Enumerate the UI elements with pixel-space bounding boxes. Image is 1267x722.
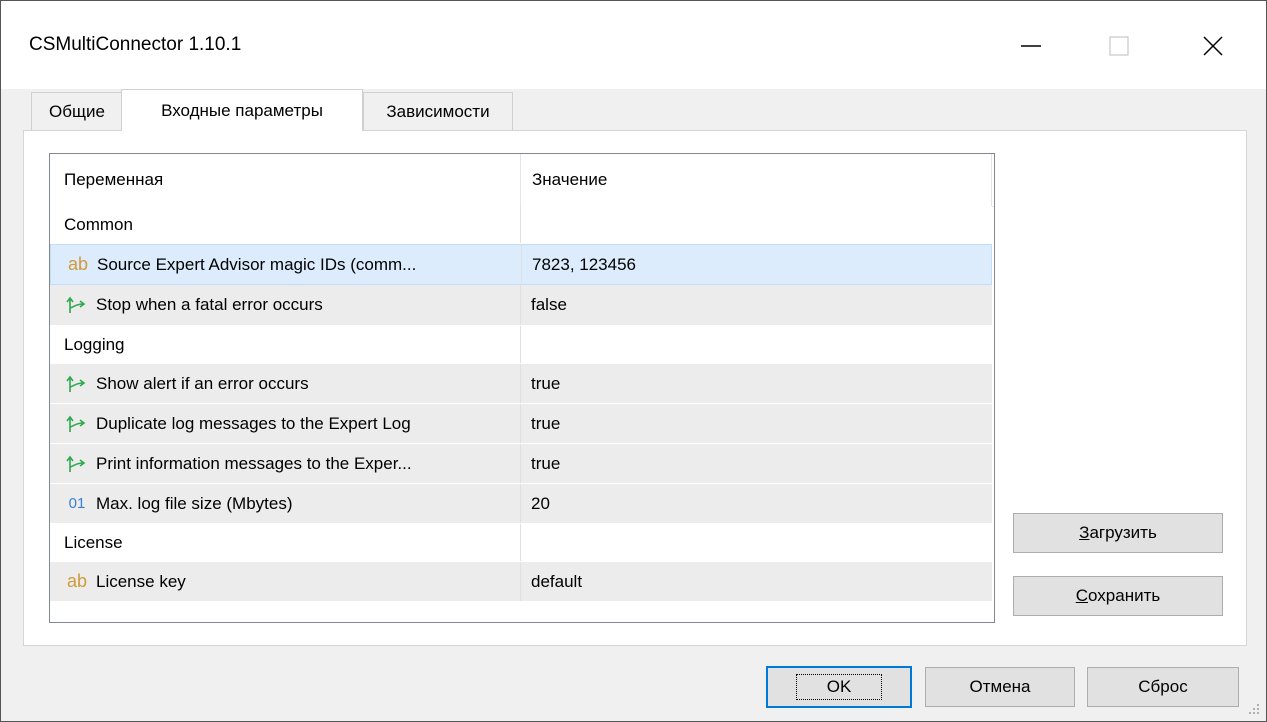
parameter-name-cell: Print information messages to the Exper.… <box>50 444 520 483</box>
parameter-name-cell: Duplicate log messages to the Expert Log <box>50 404 520 443</box>
tab-general[interactable]: Общие <box>31 92 123 130</box>
parameter-value-cell <box>520 206 992 243</box>
column-separator[interactable] <box>991 154 992 206</box>
parameter-label: Duplicate log messages to the Expert Log <box>96 413 411 433</box>
minimize-icon <box>1021 45 1041 47</box>
bool-arrow-icon <box>64 295 90 315</box>
tab-input-parameters[interactable]: Входные параметры <box>121 89 363 131</box>
reset-button[interactable]: Сброс <box>1087 667 1239 707</box>
parameter-name-cell: Logging <box>50 326 520 363</box>
maximize-button <box>1091 19 1147 73</box>
parameter-value-cell <box>520 524 992 561</box>
parameter-label: License key <box>96 571 186 591</box>
group-label: Common <box>64 214 133 234</box>
title-bar[interactable]: CSMultiConnector 1.10.1 <box>1 1 1266 89</box>
tab-general-label: Общие <box>49 101 105 121</box>
parameter-label: Print information messages to the Exper.… <box>96 453 412 473</box>
cancel-button-label: Отмена <box>969 677 1031 696</box>
ab-string-icon: ab <box>66 571 88 591</box>
parameter-value-cell[interactable]: 20 <box>520 484 992 523</box>
parameter-row[interactable]: ab Source Expert Advisor magic IDs (comm.… <box>50 244 992 285</box>
column-separator[interactable] <box>520 154 521 206</box>
parameter-row[interactable]: Duplicate log messages to the Expert Log… <box>50 404 992 444</box>
parameter-row[interactable]: Show alert if an error occurs true <box>50 364 992 404</box>
parameter-value-cell[interactable]: default <box>520 562 992 601</box>
parameter-label: Source Expert Advisor magic IDs (comm... <box>97 254 417 274</box>
maximize-icon <box>1109 36 1129 56</box>
parameter-value-cell[interactable]: true <box>520 444 992 483</box>
parameter-name-cell: Common <box>50 206 520 243</box>
bool-arrow-icon <box>64 454 90 474</box>
save-button-label: Сохранить <box>1075 586 1161 605</box>
parameter-label: Max. log file size (Mbytes) <box>96 493 293 513</box>
parameter-value-cell[interactable]: 7823, 123456 <box>521 245 993 284</box>
close-icon <box>1203 36 1223 56</box>
parameter-row[interactable]: 01 Max. log file size (Mbytes) 20 <box>50 484 992 524</box>
load-button-label: Загрузить <box>1079 523 1157 542</box>
parameter-value-cell[interactable]: true <box>520 404 992 443</box>
parameter-value-cell[interactable]: true <box>520 364 992 403</box>
ok-button[interactable]: OK <box>766 666 912 708</box>
minimize-button[interactable] <box>1003 19 1059 73</box>
parameter-name-cell: Stop when a fatal error occurs <box>50 285 520 325</box>
parameter-row[interactable]: ab License key default <box>50 562 992 602</box>
bool-arrow-icon <box>64 414 90 434</box>
tab-input-parameters-label: Входные параметры <box>161 100 323 120</box>
parameter-label: Stop when a fatal error occurs <box>96 295 323 314</box>
parameter-row[interactable]: Stop when a fatal error occurs false <box>50 285 992 326</box>
parameter-value-cell <box>520 326 992 363</box>
group-row[interactable]: License <box>50 524 992 562</box>
grid-header: Переменная Значение <box>50 154 994 207</box>
ok-button-label: OK <box>795 674 883 700</box>
parameters-grid[interactable]: Переменная Значение Common ab Source Exper… <box>49 153 995 623</box>
column-header-variable[interactable]: Переменная <box>64 154 163 206</box>
cancel-button[interactable]: Отмена <box>925 667 1075 707</box>
group-row[interactable]: Common <box>50 206 992 244</box>
group-row[interactable]: Logging <box>50 326 992 364</box>
parameter-name-cell: License <box>50 524 520 561</box>
bool-arrow-icon <box>64 374 90 394</box>
tab-dependencies-label: Зависимости <box>386 101 490 121</box>
parameter-value-cell[interactable]: false <box>520 285 992 325</box>
parameter-name-cell: ab License key <box>50 562 520 601</box>
parameter-row[interactable]: Print information messages to the Exper.… <box>50 444 992 484</box>
reset-button-label: Сброс <box>1138 677 1188 696</box>
dialog-window: CSMultiConnector 1.10.1 Общие Входные па… <box>0 0 1267 722</box>
save-button[interactable]: Сохранить <box>1013 576 1223 616</box>
window-title: CSMultiConnector 1.10.1 <box>29 34 242 55</box>
tab-dependencies[interactable]: Зависимости <box>363 92 513 130</box>
column-header-value[interactable]: Значение <box>532 154 607 206</box>
integer-icon: 01 <box>68 495 86 512</box>
resize-grip-icon[interactable] <box>1246 701 1260 715</box>
parameter-name-cell: 01 Max. log file size (Mbytes) <box>50 484 520 523</box>
parameter-label: Show alert if an error occurs <box>96 373 309 393</box>
ab-string-icon: ab <box>67 254 89 274</box>
group-label: License <box>64 532 123 552</box>
close-button[interactable] <box>1185 19 1241 73</box>
load-button[interactable]: Загрузить <box>1013 513 1223 553</box>
parameter-name-cell: Show alert if an error occurs <box>50 364 520 403</box>
group-label: Logging <box>64 334 125 354</box>
parameter-name-cell: ab Source Expert Advisor magic IDs (comm.… <box>51 245 521 284</box>
